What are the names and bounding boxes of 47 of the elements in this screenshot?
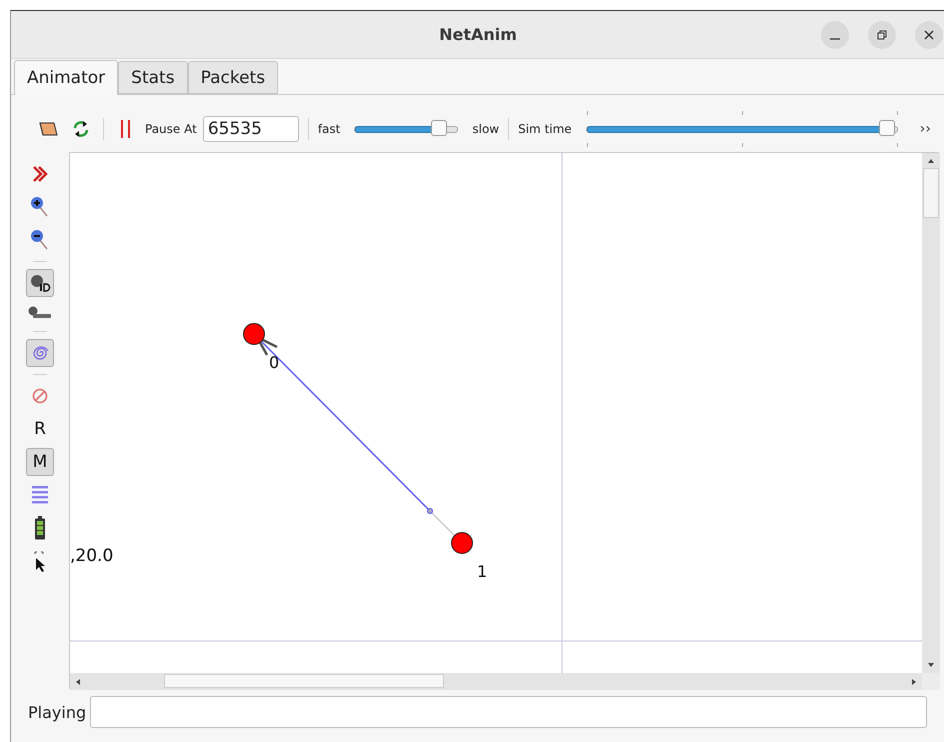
- arrow-icon[interactable]: [927, 157, 935, 165]
- lines-icon: [31, 484, 49, 506]
- pause-at-field[interactable]: 65535: [202, 116, 299, 142]
- prohibited-icon: [32, 388, 48, 404]
- node-id-button[interactable]: [26, 269, 54, 297]
- pause-at-label: Pause At: [145, 122, 197, 136]
- coordinate-label: ,20.0: [70, 546, 114, 566]
- scrollbar-corner: [922, 673, 940, 690]
- status-label: Playing: [28, 702, 86, 722]
- zoom-out-icon: [30, 229, 50, 251]
- restore-button[interactable]: [868, 21, 896, 49]
- minimize-icon: [830, 38, 840, 40]
- pause-icon: [120, 119, 132, 139]
- folder-icon: [39, 121, 59, 137]
- node-id-icon: [29, 273, 51, 293]
- fast-label: fast: [318, 122, 340, 136]
- mode-button[interactable]: M: [26, 448, 54, 476]
- sim-time-label: Sim time: [518, 122, 572, 136]
- sim-time-thumb[interactable]: [879, 120, 896, 136]
- horizontal-scrollbar[interactable]: [70, 673, 922, 690]
- chevrons-icon: [32, 165, 48, 183]
- link-line: [429, 510, 458, 539]
- spiral-button[interactable]: [26, 339, 54, 367]
- window-title: NetAnim: [439, 25, 517, 44]
- tab[interactable]: Packets: [188, 61, 278, 94]
- speed-thumb[interactable]: [430, 120, 447, 136]
- node-label: 0: [269, 353, 280, 372]
- restore-icon: [877, 30, 887, 40]
- arrow-icon[interactable]: [910, 678, 918, 686]
- arrow-icon[interactable]: [74, 678, 82, 686]
- scrollbar-thumb[interactable]: [923, 168, 939, 218]
- close-button[interactable]: [915, 21, 943, 49]
- slow-label: slow: [472, 122, 500, 136]
- mode-button[interactable]: R: [26, 415, 54, 443]
- tab[interactable]: Stats: [118, 61, 188, 94]
- overflow-button[interactable]: ››: [914, 120, 937, 138]
- scrollbar-thumb[interactable]: [164, 674, 444, 688]
- zoom-in-icon: [30, 196, 50, 218]
- status-field[interactable]: [90, 696, 928, 728]
- tab[interactable]: Animator: [14, 60, 118, 95]
- reload-icon: [71, 119, 91, 139]
- node-label: 1: [477, 562, 488, 581]
- close-icon: [924, 30, 934, 40]
- arrow-icon[interactable]: [927, 661, 935, 669]
- sys-id-icon: [27, 306, 53, 320]
- vertical-scrollbar[interactable]: [922, 153, 940, 673]
- battery-icon: [34, 516, 46, 540]
